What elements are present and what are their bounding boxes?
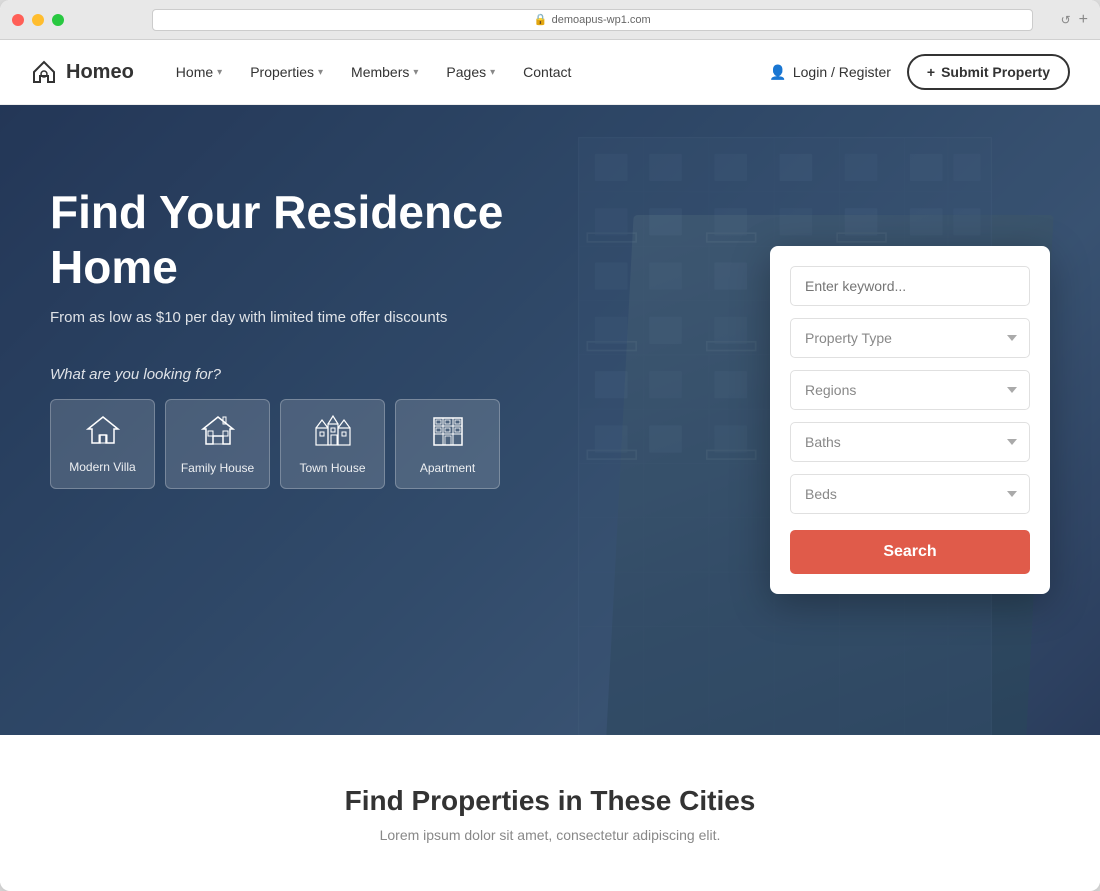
- minimize-btn[interactable]: [32, 14, 44, 26]
- family-house-icon: [201, 414, 235, 453]
- url-text: demoapus-wp1.com: [552, 14, 651, 26]
- search-button[interactable]: Search: [790, 530, 1030, 574]
- chevron-down-icon: ▾: [217, 67, 222, 78]
- lock-icon: 🔒: [534, 13, 548, 26]
- reload-button[interactable]: ↺: [1061, 13, 1071, 27]
- nav-members[interactable]: Members ▾: [339, 56, 430, 88]
- keyword-input[interactable]: [790, 266, 1030, 306]
- new-tab-button[interactable]: +: [1079, 11, 1088, 29]
- family-house-label: Family House: [181, 461, 254, 475]
- user-icon: 👤: [769, 64, 786, 81]
- logo-icon: [30, 58, 58, 86]
- hero-title: Find Your Residence Home: [50, 185, 600, 295]
- villa-icon: [86, 415, 120, 452]
- nav-properties[interactable]: Properties ▾: [238, 56, 335, 88]
- property-type-select[interactable]: Property Type House Apartment Villa Town…: [790, 318, 1030, 358]
- beds-select[interactable]: Beds 1 2 3 4+: [790, 474, 1030, 514]
- maximize-btn[interactable]: [52, 14, 64, 26]
- cities-section: Find Properties in These Cities Lorem ip…: [0, 735, 1100, 883]
- villa-label: Modern Villa: [69, 460, 135, 474]
- hero-looking-label: What are you looking for?: [50, 366, 600, 383]
- hero-content: Find Your Residence Home From as low as …: [0, 105, 650, 489]
- address-bar[interactable]: 🔒 demoapus-wp1.com: [152, 9, 1033, 31]
- baths-select[interactable]: Baths 1 2 3 4+: [790, 422, 1030, 462]
- login-register-link[interactable]: 👤 Login / Register: [769, 64, 891, 81]
- chevron-down-icon: ▾: [413, 67, 418, 78]
- townhouse-icon: [314, 414, 352, 453]
- nav-contact[interactable]: Contact: [511, 56, 583, 88]
- townhouse-label: Town House: [299, 461, 365, 475]
- logo-text: Homeo: [66, 61, 134, 84]
- prop-card-villa[interactable]: Modern Villa: [50, 399, 155, 489]
- submit-property-button[interactable]: + Submit Property: [907, 54, 1070, 90]
- apartment-icon: [431, 414, 465, 453]
- hero-subtitle: From as low as $10 per day with limited …: [50, 309, 600, 326]
- close-btn[interactable]: [12, 14, 24, 26]
- search-panel: Property Type House Apartment Villa Town…: [770, 246, 1050, 594]
- chevron-down-icon: ▾: [318, 67, 323, 78]
- property-types-grid: Modern Villa Family House: [50, 399, 600, 489]
- nav-pages[interactable]: Pages ▾: [434, 56, 507, 88]
- chevron-down-icon: ▾: [490, 67, 495, 78]
- keyword-input-wrap: [790, 266, 1030, 306]
- apartment-label: Apartment: [420, 461, 475, 475]
- nav-home[interactable]: Home ▾: [164, 56, 234, 88]
- regions-select[interactable]: Regions New York Los Angeles Chicago Mia…: [790, 370, 1030, 410]
- cities-title: Find Properties in These Cities: [30, 785, 1070, 817]
- prop-card-apartment[interactable]: Apartment: [395, 399, 500, 489]
- navbar: Homeo Home ▾ Properties ▾ Members ▾ Page…: [0, 40, 1100, 105]
- nav-right: 👤 Login / Register + Submit Property: [769, 54, 1070, 90]
- prop-card-townhouse[interactable]: Town House: [280, 399, 385, 489]
- hero-section: Find Your Residence Home From as low as …: [0, 105, 1100, 735]
- logo[interactable]: Homeo: [30, 58, 134, 86]
- nav-links: Home ▾ Properties ▾ Members ▾ Pages ▾ Co…: [164, 56, 770, 88]
- cities-subtitle: Lorem ipsum dolor sit amet, consectetur …: [30, 827, 1070, 843]
- prop-card-family-house[interactable]: Family House: [165, 399, 270, 489]
